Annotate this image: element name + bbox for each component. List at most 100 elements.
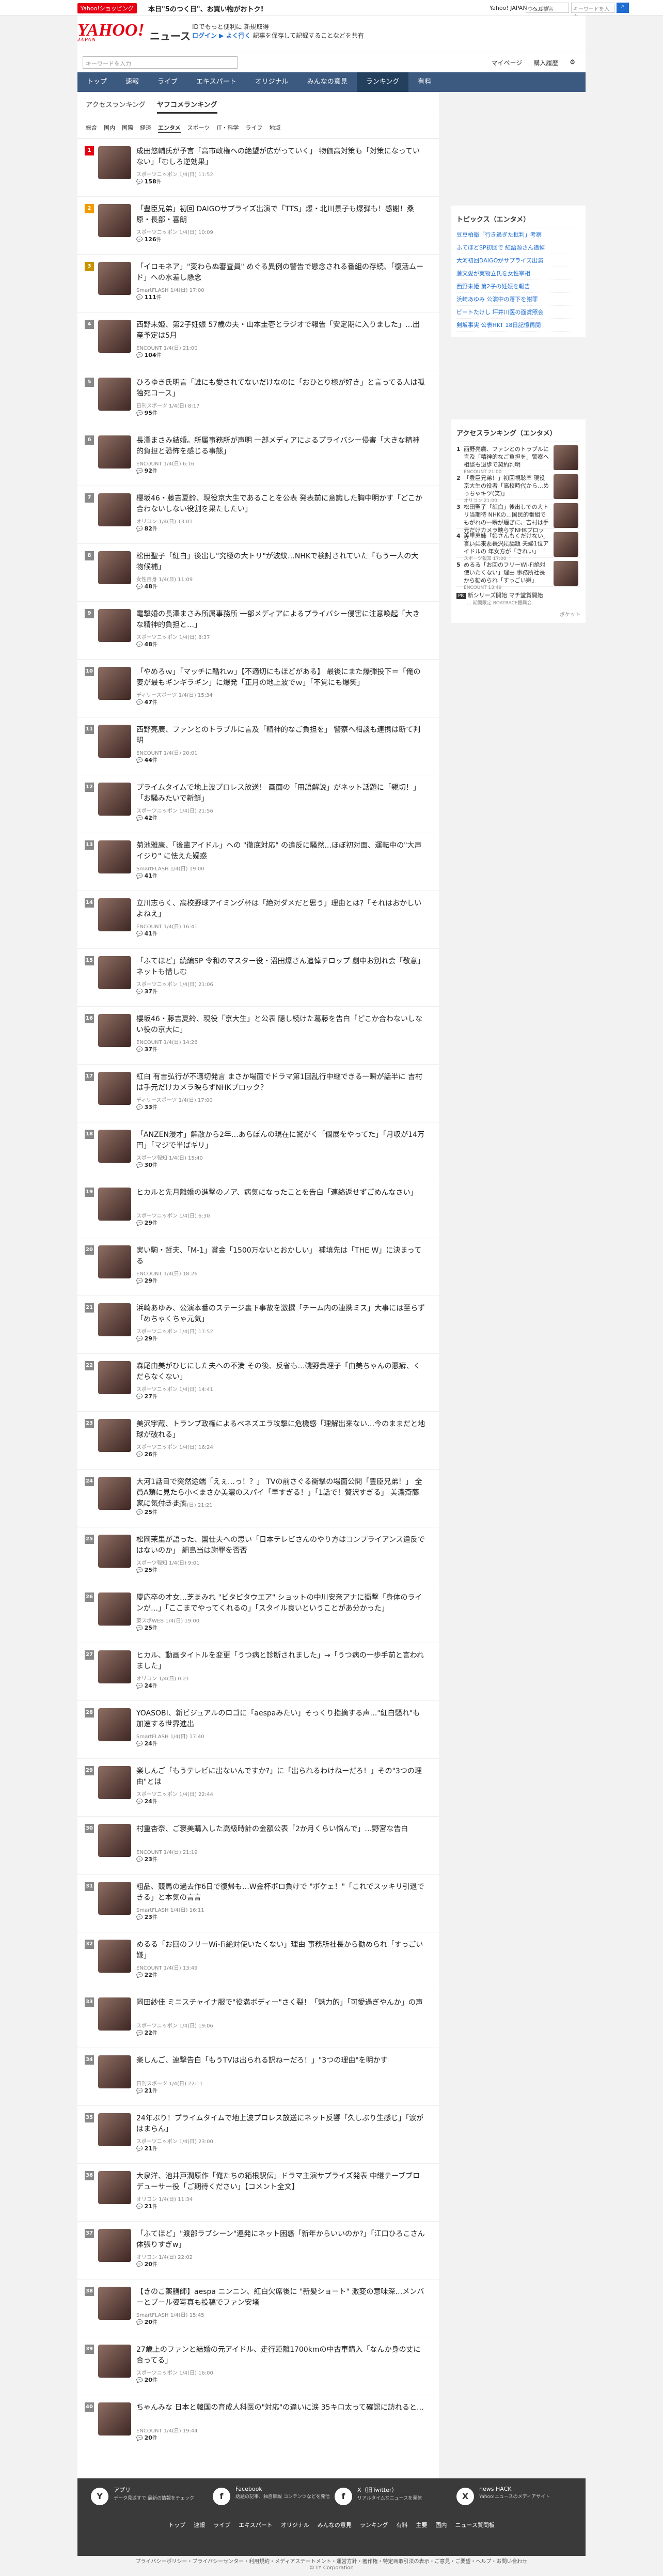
list-item[interactable]: 13 菊池雅康、「後輩アイドル」への "徹底対応" の違反に騒然…ほぼ初対面、運転… xyxy=(77,833,439,880)
item-title[interactable]: 櫻坂46・藤吉夏鈴、現役「京大生」と公表 隠し続けた葛藤を告白「どこか合わないし… xyxy=(136,1014,425,1036)
news-brand[interactable]: ニュース xyxy=(150,28,191,43)
nav-live[interactable]: ライブ xyxy=(148,72,187,92)
item-title[interactable]: ヒカルと先月離婚の進撃のノア、病気になったことを告白「連絡返せずごめんなさい」 xyxy=(136,1188,425,1198)
item-title[interactable]: 紅白 有吉弘行が不適切発言 まさか場面でドラマ第1回乱行中継できる一瞬が話半に … xyxy=(136,1072,425,1094)
list-item[interactable]: 16 櫻坂46・藤吉夏鈴、現役「京大生」と公表 隠し続けた葛藤を告白「どこか合わな… xyxy=(77,1006,439,1054)
item-title[interactable]: 大泉洋、池井戸潤原作「俺たちの箱根駅伝」ドラマ主演サプライズ発表 中継テーブブロ… xyxy=(136,2171,425,2193)
item-title[interactable]: 粗品、競馬の過去作6日で復帰も…W金杯ボロ負けで "ボケェ！"「これでスッキリ引… xyxy=(136,1882,425,1903)
list-item[interactable]: 33 岡田紗佳 ミニスチャイナ服で"役満ボディー"さく裂！「魅力的」「可愛過ぎやん… xyxy=(77,1990,439,2037)
list-item[interactable]: 18 「ANZEN漫才」解散から2年…あらぽんの現在に驚がく「個展をやってた」「月… xyxy=(77,1122,439,1169)
list-item[interactable]: 27 ヒカル、動画タイトルを変更「うつ病と診断されました」→「うつ病の一歩手前と言… xyxy=(77,1643,439,1690)
genre-tab[interactable]: 総合 xyxy=(86,123,97,133)
list-item[interactable]: 21 浜崎あゆみ、公演本番のステージ裏下事故を激撰「チーム内の連携ミス」大事には至… xyxy=(77,1295,439,1343)
list-item[interactable]: 12 プライムタイムで地上波プロレス放送！ 画面の「用語解説」がネット話題に「親切… xyxy=(77,775,439,822)
footer-nav-link[interactable]: 国内 xyxy=(435,2522,447,2528)
list-item[interactable]: 38 【きのこ薬膳師】aespa ニンニン、紅白欠席後に "新髪ショート" 激変の… xyxy=(77,2279,439,2327)
item-title[interactable]: 【きのこ薬膳師】aespa ニンニン、紅白欠席後に "新髪ショート" 激変の意味… xyxy=(136,2287,425,2308)
item-title[interactable]: 楽しんご、連撃告白「もうTVは出られる訳ねーだろ！」"3つの理由"を明かす xyxy=(136,2055,425,2066)
tab-access-ranking[interactable]: アクセスランキング xyxy=(86,99,146,114)
nav-original[interactable]: オリジナル xyxy=(246,72,298,92)
item-title[interactable]: 岡田紗佳 ミニスチャイナ服で"役満ボディー"さく裂！「魅力的」「可愛過ぎやんか」… xyxy=(136,1997,425,2008)
item-title[interactable]: 「イロモネア」"変わらぬ審査員" めぐる異例の警告で懸念される番組の存続、「復活… xyxy=(136,262,425,284)
nav-breaking[interactable]: 速報 xyxy=(116,72,148,92)
item-title[interactable]: ヒカル、動画タイトルを変更「うつ病と診断されました」→「うつ病の一歩手前と言われ… xyxy=(136,1650,425,1672)
item-title[interactable]: 西野亮廣、ファンとのトラブルに言及「精神的なご負担を」 警察へ相談も連携は断て判… xyxy=(136,725,425,746)
search-button[interactable]: ⌕ xyxy=(617,3,629,13)
genre-tab-entertainment[interactable]: エンタメ xyxy=(158,123,181,133)
list-item[interactable]: 15 「ふてほど」続編SP 令和のマスター役・沼田爆さん追悼テロップ 劇中お別れ会… xyxy=(77,948,439,996)
nav-expert[interactable]: エキスパート xyxy=(187,72,246,92)
list-item[interactable]: 20 実い駒・哲夫、「M-1」賞金「1500万ないとおかしい」 補填先は「THE … xyxy=(77,1238,439,1285)
list-item[interactable]: 29 楽しんご「もうテレビに出ないんですか?」に「出られるわけねーだろ！」その"3… xyxy=(77,1758,439,1806)
topic-link[interactable]: ふてほどSP初回で 紅語源さん追悼 xyxy=(456,241,580,254)
side-ranking-item[interactable]: 4 美里恵姉「娘さんもくだけない」言いに来た長沢に話題 夫婦1位アイドルの 年女方… xyxy=(456,529,580,561)
list-item[interactable]: 32 めるる「お回のフリーWi-Fi絶対使いたくない」理由 事務所社長から勧められ… xyxy=(77,1932,439,1979)
nav-top[interactable]: トップ xyxy=(77,72,116,92)
footer-app-link[interactable]: f Facebook 話題の記事、独自解説 コンテンツなどを発信 xyxy=(210,2486,332,2517)
footer-nav-link[interactable]: トップ xyxy=(168,2522,185,2528)
footer-app-link[interactable]: Y アプリ データ見返すで 最新の情報をチェック xyxy=(88,2486,210,2517)
subscription-link[interactable]: 購入履歴 xyxy=(533,58,558,67)
list-item[interactable]: 2 「豊臣兄弟」初回 DAIGOサプライズ出演で「TTS」爆・北川景子も爆弾も！感… xyxy=(77,196,439,244)
list-item[interactable]: 36 大泉洋、池井戸潤原作「俺たちの箱根駅伝」ドラマ主演サプライズ発表 中継テーブ… xyxy=(77,2163,439,2211)
item-title[interactable]: 24年ぶり！プライムタイムで地上波プロレス放送にネット反響「久しぶり生感じ」「涙… xyxy=(136,2113,425,2135)
item-title[interactable]: ひろゆき氏明言「誰にも愛されてないだけなのに「おひとり様が好き」と言ってる人は孤… xyxy=(136,378,425,399)
web-search-input[interactable]: ウェブ検索 xyxy=(526,3,569,13)
topic-link[interactable]: 豆豆柏衛「行き過ぎた批判」考察 xyxy=(456,228,580,241)
item-title[interactable]: プライムタイムで地上波プロレス放送！ 画面の「用語解説」がネット話題に「親切！」… xyxy=(136,783,425,804)
list-item[interactable]: 8 松田聖子「紅白」後出し"究極の大トリ"が波紋…NHKで検討されていた「もう一人… xyxy=(77,543,439,591)
item-title[interactable]: 実い駒・哲夫、「M-1」賞金「1500万ないとおかしい」 補填先は「THE W」… xyxy=(136,1245,425,1267)
list-item[interactable]: 11 西野亮廣、ファンとのトラブルに言及「精神的なご負担を」 警察へ相談も連携は断… xyxy=(77,717,439,764)
item-title[interactable]: 27歳上のファンと結婚の元アイドル、走行距離1700kmの中古車購入「なんか身の… xyxy=(136,2345,425,2366)
item-title[interactable]: 村重杏奈、ご褒美購入した高級時計の金額公表「2か月くらい悩んで」…野宮な告白 xyxy=(136,1824,425,1835)
item-title[interactable]: 美沢宇蔵、トランプ政権によるベネズエラ攻撃に危機感「理解出来ない…今のままだと地… xyxy=(136,1419,425,1441)
footer-nav-link[interactable]: 速報 xyxy=(194,2522,205,2528)
list-item[interactable]: 28 YOASOBI、新ビジュアルのロゴに「aespaみたい」そっくり指摘する声…… xyxy=(77,1700,439,1748)
footer-nav-link[interactable]: みんなの意見 xyxy=(318,2522,352,2528)
keyword-input[interactable]: キーワードを入力 xyxy=(571,3,614,20)
nav-ranking[interactable]: ランキング xyxy=(356,72,409,92)
footer-nav-link[interactable]: ライブ xyxy=(213,2522,230,2528)
item-title[interactable]: 「ANZEN漫才」解散から2年…あらぽんの現在に驚がく「個展をやってた」「月収が… xyxy=(136,1130,425,1151)
side-ranking-item[interactable]: 5 めるる「お回のフリーWi-Fi絶対使いたくない」理由 事務所社長から勧められ「… xyxy=(456,558,580,590)
item-title[interactable]: 浜崎あゆみ、公演本番のステージ裏下事故を激撰「チーム内の連携ミス」大事には至らず… xyxy=(136,1303,425,1325)
legal-links[interactable]: プライバシーポリシー・プライバシーセンター・利用規約・メディアステートメント・運… xyxy=(0,2557,663,2565)
login-link[interactable]: ログイン ▶ よく行く xyxy=(192,32,253,39)
list-item[interactable]: 3 「イロモネア」"変わらぬ審査員" めぐる異例の警告で懸念される番組の存続、「復… xyxy=(77,254,439,302)
list-item[interactable]: 9 電撃婚の長澤まさみ所属事務所 一部メディアによるプライバシー侵害に注意喚起「大… xyxy=(77,601,439,649)
side-ranking-item[interactable]: 2 「豊臣兄弟！」初回視聴率 現役京大生の役者「高校時代から…めっちゃキツ(笑)」… xyxy=(456,471,580,504)
list-item[interactable]: 37 「ふてほど」"渡部ラブシーン"連発にネット困惑「新年からいいのか?」「江口ひ… xyxy=(77,2221,439,2269)
topic-link[interactable]: 藤文愛が実物立氏を女性宰相 xyxy=(456,267,580,280)
promo-banner[interactable]: 本日"5のつく日"、お買い物がおトク! xyxy=(148,4,264,13)
item-title[interactable]: 森尾由美がひじにした夫への不満 その後、反省も…磯野貴理子「由美ちゃんの悪癖、く… xyxy=(136,1361,425,1383)
genre-tab[interactable]: 経済 xyxy=(140,123,151,133)
list-item[interactable]: 31 粗品、競馬の過去作6日で復帰も…W金杯ボロ負けで "ボケェ！"「これでスッキ… xyxy=(77,1874,439,1922)
item-title[interactable]: ちゃんみな 日本と韓国の育成人科医の"対応"の違いに涙 35キロ太って確認に訪れ… xyxy=(136,2402,425,2413)
news-search-input[interactable]: キーワードを入力 xyxy=(83,56,238,69)
list-item[interactable]: 39 27歳上のファンと結婚の元アイドル、走行距離1700kmの中古車購入「なんか… xyxy=(77,2337,439,2384)
list-item[interactable]: 22 森尾由美がひじにした夫への不満 その後、反省も…磯野貴理子「由美ちゃんの悪癖… xyxy=(77,1353,439,1401)
item-title[interactable]: 「やめろｗ」「マッチに酷れｗ」【不適切にもほどがある】 最後にまた爆弾投下＝「俺… xyxy=(136,667,425,689)
list-item[interactable]: 6 長澤まさみ結婚。所属事務所が声明 一部メディアによるプライバシー侵害「大きな精… xyxy=(77,428,439,475)
topic-link[interactable]: 西野未姫 第2子の妊娠を報告 xyxy=(456,280,580,293)
list-item[interactable]: 34 楽しんご、連撃告白「もうTVは出られる訳ねーだろ！」"3つの理由"を明かす日… xyxy=(77,2048,439,2095)
shopping-link[interactable]: Yahoo!ショッピング xyxy=(77,3,137,13)
genre-tab[interactable]: 国際 xyxy=(122,123,133,133)
list-item[interactable]: 10 「やめろｗ」「マッチに酷れｗ」【不適切にもほどがある】 最後にまた爆弾投下＝… xyxy=(77,659,439,707)
topic-link[interactable]: 剣坂事実 公表HKT 18日記憶再開 xyxy=(456,319,580,332)
list-item[interactable]: 19 ヒカルと先月離婚の進撃のノア、病気になったことを告白「連絡返せずごめんなさい… xyxy=(77,1180,439,1227)
footer-app-link[interactable]: f X（旧Twitter） リアルタイムなニュースを発信 xyxy=(332,2486,453,2517)
genre-tab[interactable]: ライフ xyxy=(245,123,262,133)
tab-comment-ranking[interactable]: ヤフコメランキング xyxy=(156,99,217,114)
footer-nav-link[interactable]: 主要 xyxy=(416,2522,427,2528)
genre-tab[interactable]: IT・科学 xyxy=(216,123,239,133)
item-title[interactable]: 櫻坂46・藤吉夏鈴、現役京大生であることを公表 発表前に意識した胸中明かす「どこ… xyxy=(136,493,425,515)
list-item[interactable]: 7 櫻坂46・藤吉夏鈴、現役京大生であることを公表 発表前に意識した胸中明かす「ど… xyxy=(77,486,439,533)
item-title[interactable]: 菊池雅康、「後輩アイドル」への "徹底対応" の違反に騒然…ほぼ初対面、運転中の… xyxy=(136,840,425,862)
yahoo-japan-link[interactable]: Yahoo! JAPAN xyxy=(490,5,527,13)
footer-nav-link[interactable]: ランキング xyxy=(360,2522,388,2528)
topic-link[interactable]: 大河初回DAIGOがサプライズ出演 xyxy=(456,254,580,267)
list-item[interactable]: 14 立川志らく、高校野球アイミング杯は「絶対ダメだと思う」理由とは?「それはおか… xyxy=(77,891,439,938)
footer-app-link[interactable]: Xnews HACK Yahoo!ニュースのメディアサイト xyxy=(453,2486,575,2517)
item-title[interactable]: 「豊臣兄弟」初回 DAIGOサプライズ出演で「TTS」爆・北川景子も爆弾も！感謝… xyxy=(136,204,425,226)
